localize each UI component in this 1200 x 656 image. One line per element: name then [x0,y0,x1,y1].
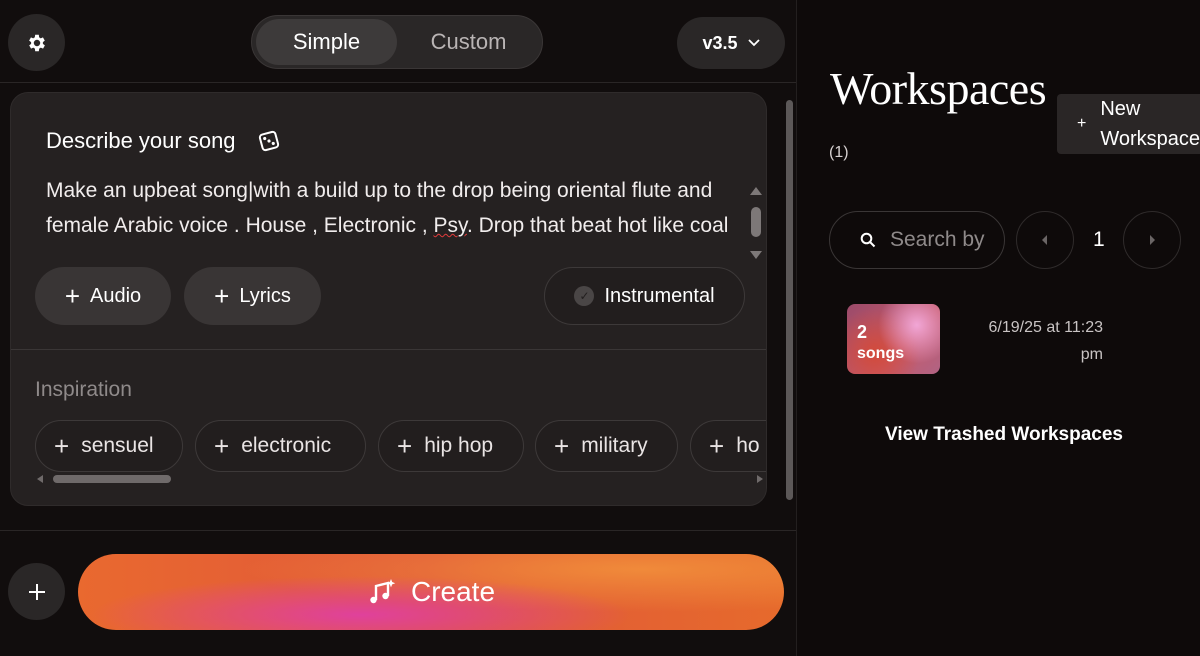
workspace-song-count: 2 songs [857,322,904,364]
scroll-thumb[interactable] [53,475,171,483]
chevron-down-icon [747,39,760,47]
plus-icon: + [397,430,413,461]
instrumental-toggle[interactable]: ✓ Instrumental [544,267,745,325]
composer-title: Describe your song [46,128,280,154]
version-label: v3.5 [702,32,738,53]
song-count-number: 2 [857,322,868,342]
plus-icon: + [214,281,230,311]
add-audio-label: Audio [90,284,142,307]
song-count-unit: songs [857,345,905,362]
inspiration-tag[interactable]: + hip hop [378,420,524,472]
instrumental-label: Instrumental [604,284,715,307]
scroll-down-arrow[interactable] [750,251,762,259]
tag-label: sensuel [81,434,154,457]
panel-scrollbar[interactable] [784,88,796,528]
plus-icon: + [709,430,725,461]
app-root: Simple Custom v3.5 Describe your song Ma… [0,0,1200,656]
plus-icon: + [64,281,81,311]
plus-icon: + [554,430,570,461]
page-number: 1 [1093,228,1105,251]
prompt-text-part: . Drop that beat hot like coal [466,214,729,237]
plus-icon: + [1077,115,1087,132]
composer-divider [11,349,766,350]
tags-horizontal-scrollbar[interactable] [35,475,763,485]
next-page-button[interactable] [1123,211,1181,269]
scroll-thumb[interactable] [786,100,793,500]
create-label: Create [410,576,496,607]
tag-label: military [581,434,648,457]
tag-label: hip hop [424,434,494,457]
plus-icon: + [54,430,70,461]
settings-button[interactable] [8,14,65,71]
add-lyrics-label: Lyrics [239,284,291,307]
add-audio-button[interactable]: + Audio [35,267,171,325]
inspiration-tag[interactable]: + electronic [195,420,366,472]
scroll-left-arrow[interactable] [37,475,43,483]
prompt-misspelled-word: Psy [433,214,467,237]
scroll-right-arrow[interactable] [757,475,763,483]
song-composer-card: Describe your song Make an upbeat song|w… [10,92,767,506]
check-circle-icon: ✓ [574,286,595,306]
inspiration-tag[interactable]: + military [535,420,678,472]
plus-icon: + [214,430,230,461]
music-sparkle-icon [370,579,396,604]
version-dropdown[interactable]: v3.5 [677,17,785,69]
bottom-divider [0,530,796,531]
prompt-scrollbar[interactable] [747,185,765,265]
add-lyrics-button[interactable]: + Lyrics [184,267,321,325]
inspiration-tag[interactable]: + ho [690,420,766,472]
inspiration-tag[interactable]: + sensuel [35,420,183,472]
song-description-input[interactable]: Make an upbeat song|with a build up to t… [46,173,736,243]
composer-title-text: Describe your song [46,128,236,153]
workspaces-panel: Workspaces (1) + New Workspace Search by… [796,0,1200,656]
mode-custom-tab[interactable]: Custom [398,19,539,65]
dice-icon[interactable] [258,130,280,152]
workspace-search-input[interactable]: Search by [829,211,1005,269]
tag-label: electronic [241,434,332,457]
add-button[interactable] [8,563,65,620]
search-placeholder: Search by [890,228,985,251]
workspace-date: 6/19/25 at 11:23 pm [988,319,1103,363]
top-bar: Simple Custom v3.5 [0,0,796,83]
chevron-right-icon [1150,235,1155,245]
tag-label: ho [736,434,760,457]
workspaces-count: (1) [829,144,849,161]
view-trashed-workspaces-link[interactable]: View Trashed Workspaces [885,424,1123,446]
create-button[interactable]: Create [78,554,784,630]
scroll-up-arrow[interactable] [750,187,762,195]
create-panel: Simple Custom v3.5 Describe your song Ma… [0,0,796,656]
prev-page-button[interactable] [1016,211,1074,269]
mode-toggle: Simple Custom [251,15,543,69]
new-workspace-label: New Workspace [1100,98,1200,150]
inspiration-label: Inspiration [35,378,132,401]
mode-simple-tab[interactable]: Simple [256,19,397,65]
gear-icon [28,34,45,51]
workspaces-title: Workspaces [830,63,1047,114]
plus-icon [28,583,45,600]
chevron-left-icon [1042,235,1047,245]
search-icon [860,232,876,248]
new-workspace-button[interactable]: + New Workspace [1057,94,1200,154]
scroll-thumb[interactable] [751,207,761,237]
